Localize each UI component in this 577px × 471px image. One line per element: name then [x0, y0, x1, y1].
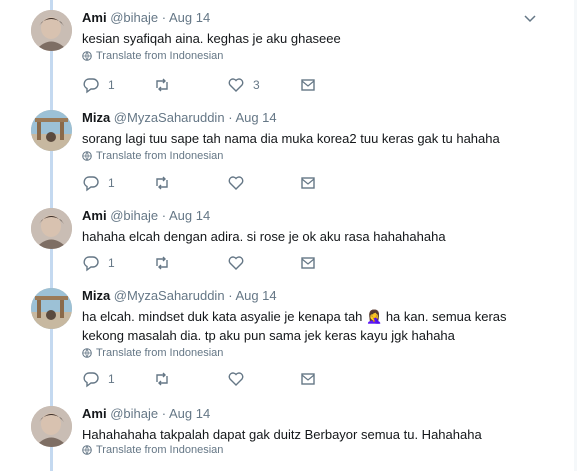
reply-count: 1 — [108, 176, 115, 190]
retweet-icon — [156, 176, 168, 190]
avatar[interactable] — [31, 10, 72, 51]
display-name[interactable]: Ami — [82, 406, 107, 421]
display-name[interactable]: Ami — [82, 10, 107, 25]
facepalm-emoji: 🤦‍♀️ — [366, 309, 383, 324]
translate-link[interactable]: Translate from Indonesian — [82, 347, 223, 359]
reply-count: 1 — [108, 372, 115, 386]
translate-label: Translate from Indonesian — [96, 50, 224, 62]
meta-separator: · — [228, 110, 233, 125]
like-button[interactable]: 3 — [227, 76, 260, 94]
dm-button[interactable] — [299, 76, 317, 94]
timestamp[interactable]: Aug 14 — [169, 406, 210, 421]
timestamp[interactable]: Aug 14 — [169, 10, 210, 25]
like-button[interactable] — [227, 370, 253, 388]
reply-count: 1 — [108, 78, 115, 92]
globe-icon — [82, 51, 92, 61]
avatar[interactable] — [31, 110, 72, 151]
dm-button[interactable] — [299, 370, 317, 388]
retweet-icon — [156, 372, 168, 386]
heart-icon — [228, 78, 244, 92]
timestamp[interactable]: Aug 14 — [169, 208, 210, 223]
handle[interactable]: @bihaje — [110, 208, 158, 223]
retweet-icon — [156, 256, 168, 270]
tweet-text: hahaha elcah dengan adira. si rose je ok… — [82, 229, 446, 244]
reply-icon — [83, 78, 99, 94]
like-button[interactable] — [227, 254, 253, 272]
retweet-button[interactable] — [153, 174, 179, 192]
retweet-button[interactable] — [153, 76, 179, 94]
tweet-header: Miza @MyzaSaharuddin · Aug 14 — [82, 288, 277, 303]
tweet-2[interactable]: Miza @MyzaSaharuddin · Aug 14 sorang lag… — [0, 100, 560, 198]
tweet-5[interactable]: Ami @bihaje · Aug 14 Hahahahaha takpalah… — [0, 396, 560, 471]
avatar[interactable] — [31, 208, 72, 249]
handle[interactable]: @MyzaSaharuddin — [114, 288, 225, 303]
reply-count: 1 — [108, 256, 115, 270]
reply-button[interactable]: 1 — [82, 76, 115, 94]
handle[interactable]: @MyzaSaharuddin — [114, 110, 225, 125]
envelope-icon — [301, 177, 315, 189]
retweet-button[interactable] — [153, 370, 179, 388]
display-name[interactable]: Miza — [82, 288, 110, 303]
tweet-text-line2: kekong masalah dia. tp aku pun sama jek … — [82, 328, 455, 343]
envelope-icon — [301, 373, 315, 385]
translate-label: Translate from Indonesian — [96, 444, 224, 456]
tweet-header: Miza @MyzaSaharuddin · Aug 14 — [82, 110, 277, 125]
chevron-down-icon[interactable] — [522, 10, 538, 26]
dm-button[interactable] — [299, 254, 317, 272]
meta-separator: · — [161, 10, 167, 25]
reply-icon — [83, 372, 99, 388]
translate-link[interactable]: Translate from Indonesian — [82, 50, 223, 62]
tweet-header: Ami @bihaje · Aug 14 — [82, 406, 210, 421]
tweet-header: Ami @bihaje · Aug 14 — [82, 208, 210, 223]
reply-icon — [83, 176, 99, 192]
tweet-actions: 1 3 — [82, 76, 322, 94]
tweet-text-line1b: ha kan. semua keras — [382, 309, 507, 324]
globe-icon — [82, 348, 92, 358]
meta-separator: · — [228, 288, 233, 303]
heart-icon — [228, 176, 244, 190]
heart-icon — [228, 256, 244, 270]
tweet-text: ha elcah. mindset duk kata asyalie je ke… — [82, 307, 512, 345]
translate-link[interactable]: Translate from Indonesian — [82, 150, 223, 162]
reply-button[interactable]: 1 — [82, 370, 115, 388]
handle[interactable]: @bihaje — [110, 406, 158, 421]
translate-label: Translate from Indonesian — [96, 347, 224, 359]
tweet-actions: 1 — [82, 254, 322, 272]
reply-button[interactable]: 1 — [82, 174, 115, 192]
globe-icon — [82, 445, 92, 455]
dm-button[interactable] — [299, 174, 317, 192]
retweet-button[interactable] — [153, 254, 179, 272]
like-button[interactable] — [227, 174, 253, 192]
handle[interactable]: @bihaje — [110, 10, 158, 25]
display-name[interactable]: Miza — [82, 110, 110, 125]
timestamp[interactable]: Aug 14 — [235, 288, 276, 303]
translate-link[interactable]: Translate from Indonesian — [82, 444, 223, 456]
avatar[interactable] — [31, 406, 72, 447]
tweet-actions: 1 — [82, 174, 322, 192]
translate-label: Translate from Indonesian — [96, 150, 224, 162]
display-name[interactable]: Ami — [82, 208, 107, 223]
meta-separator: · — [161, 208, 167, 223]
tweet-3[interactable]: Ami @bihaje · Aug 14 hahaha elcah dengan… — [0, 198, 560, 278]
retweet-icon — [156, 78, 168, 92]
envelope-icon — [301, 257, 315, 269]
timestamp[interactable]: Aug 14 — [235, 110, 276, 125]
envelope-icon — [301, 79, 315, 91]
avatar[interactable] — [31, 288, 72, 329]
right-edge-strip — [568, 0, 577, 471]
tweet-1[interactable]: Ami @bihaje · Aug 14 kesian syafiqah ain… — [0, 0, 560, 98]
tweet-text: kesian syafiqah aina. keghas je aku ghas… — [82, 31, 341, 46]
meta-separator: · — [161, 406, 167, 421]
tweet-actions: 1 — [82, 370, 322, 388]
tweet-text: sorang lagi tuu sape tah nama dia muka k… — [82, 131, 500, 146]
heart-icon — [228, 372, 244, 386]
tweet-text: Hahahahaha takpalah dapat gak duitz Berb… — [82, 427, 482, 442]
like-count: 3 — [253, 78, 260, 92]
globe-icon — [82, 151, 92, 161]
tweet-header: Ami @bihaje · Aug 14 — [82, 10, 210, 25]
tweet-text-line1: ha elcah. mindset duk kata asyalie je ke… — [82, 309, 363, 324]
tweet-4[interactable]: Miza @MyzaSaharuddin · Aug 14 ha elcah. … — [0, 278, 560, 396]
reply-button[interactable]: 1 — [82, 254, 115, 272]
reply-icon — [83, 256, 99, 272]
